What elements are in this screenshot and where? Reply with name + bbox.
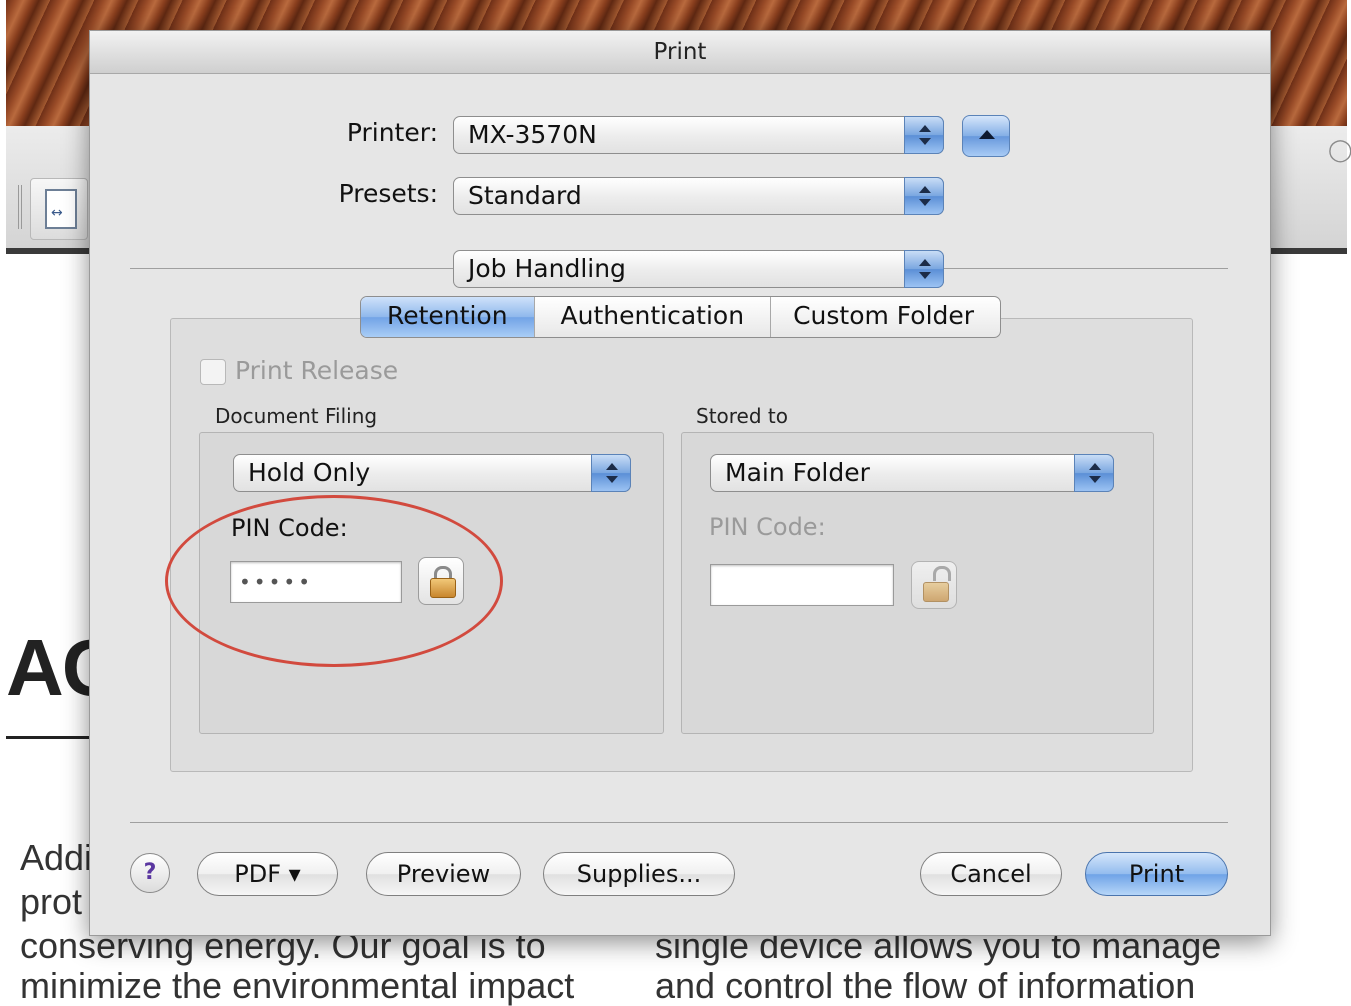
popup-arrows-icon [591, 454, 631, 492]
printer-label: Printer: [346, 118, 438, 147]
search-icon[interactable]: ◯ [1328, 138, 1351, 163]
tab-retention[interactable]: Retention [361, 297, 535, 337]
stored-to-select-value: Main Folder [725, 458, 870, 487]
stored-pin-code-input [710, 564, 894, 606]
popup-arrows-icon [1074, 454, 1114, 492]
print-release-label: Print Release [235, 356, 399, 385]
pdf-menu-button[interactable]: PDF ▾ [197, 852, 338, 896]
background-text-line: Addi [20, 837, 93, 878]
footer-separator [130, 822, 1228, 823]
background-rule [6, 736, 96, 739]
popup-arrows-icon [904, 116, 944, 154]
section-select-value: Job Handling [468, 254, 626, 283]
presets-select[interactable]: Standard [453, 177, 944, 215]
background-text-line: minimize the environmental impact [20, 965, 575, 1006]
document-filing-select[interactable]: Hold Only [233, 454, 631, 492]
page-setup-icon[interactable] [30, 178, 88, 240]
print-button[interactable]: Print [1085, 852, 1228, 896]
presets-label: Presets: [338, 179, 438, 208]
document-filing-select-value: Hold Only [248, 458, 371, 487]
dialog-title: Print [90, 31, 1270, 74]
collapse-details-button[interactable] [962, 115, 1010, 157]
print-release-checkbox[interactable] [200, 359, 226, 385]
background-text-line: prot [20, 881, 83, 922]
highlight-annotation [165, 495, 503, 667]
printer-select[interactable]: MX-3570N [453, 116, 944, 154]
background-text-line: and control the flow of information [655, 965, 1196, 1006]
help-button[interactable]: ? [130, 853, 170, 893]
toolbar-grip [18, 185, 24, 229]
printer-select-value: MX-3570N [468, 120, 597, 149]
tab-authentication[interactable]: Authentication [535, 297, 772, 337]
stored-pin-code-label: PIN Code: [709, 513, 826, 541]
unlock-icon [911, 561, 957, 609]
presets-select-value: Standard [468, 181, 582, 210]
section-select[interactable]: Job Handling [453, 250, 944, 288]
tab-custom-folder[interactable]: Custom Folder [771, 297, 1000, 337]
popup-arrows-icon [904, 177, 944, 215]
document-filing-label: Document Filing [215, 404, 378, 428]
stored-to-label: Stored to [696, 404, 788, 428]
stored-to-select[interactable]: Main Folder [710, 454, 1114, 492]
popup-arrows-icon [904, 250, 944, 288]
preview-button[interactable]: Preview [366, 852, 521, 896]
supplies-button[interactable]: Supplies... [543, 852, 735, 896]
cancel-button[interactable]: Cancel [920, 852, 1062, 896]
tab-bar: Retention Authentication Custom Folder [360, 296, 1002, 338]
